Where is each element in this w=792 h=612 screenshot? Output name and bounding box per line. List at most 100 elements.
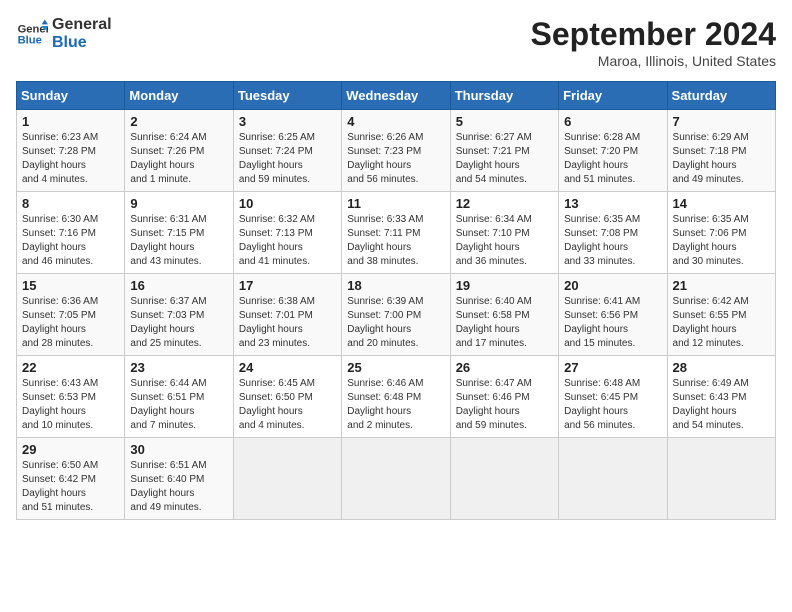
- calendar-day-cell: 25Sunrise: 6:46 AMSunset: 6:48 PMDayligh…: [342, 356, 450, 438]
- day-info: Sunrise: 6:39 AMSunset: 7:00 PMDaylight …: [347, 295, 444, 351]
- calendar-day-cell: 1 Sunrise: 6:23 AMSunset: 7:28 PMDaylight…: [17, 110, 125, 192]
- calendar-day-cell: 24Sunrise: 6:45 AMSunset: 6:50 PMDayligh…: [233, 356, 341, 438]
- calendar-header-row: Sunday Monday Tuesday Wednesday Thursday…: [17, 82, 776, 110]
- calendar-table: Sunday Monday Tuesday Wednesday Thursday…: [16, 81, 776, 520]
- calendar-day-cell: 2Sunrise: 6:24 AMSunset: 7:26 PMDaylight…: [125, 110, 233, 192]
- day-info: Sunrise: 6:33 AMSunset: 7:11 PMDaylight …: [347, 213, 444, 269]
- day-number: 27: [564, 360, 661, 375]
- day-info: Sunrise: 6:29 AMSunset: 7:18 PMDaylight …: [673, 131, 770, 187]
- calendar-day-cell: 9 Sunrise: 6:31 AMSunset: 7:15 PMDaylight…: [125, 192, 233, 274]
- calendar-day-cell: [559, 438, 667, 520]
- calendar-week-row: 29 Sunrise: 6:50 AMSunset: 6:42 PMDayligh…: [17, 438, 776, 520]
- day-number: 28: [673, 360, 770, 375]
- page-header: General Blue General Blue September 2024…: [16, 16, 776, 69]
- day-number: 29: [22, 442, 119, 457]
- calendar-day-cell: 13 Sunrise: 6:35 AMSunset: 7:08 PMDayligh…: [559, 192, 667, 274]
- calendar-day-cell: 7 Sunrise: 6:29 AMSunset: 7:18 PMDaylight…: [667, 110, 775, 192]
- day-number: 5: [456, 114, 553, 129]
- day-info: Sunrise: 6:34 AMSunset: 7:10 PMDaylight …: [456, 213, 553, 269]
- calendar-week-row: 15 Sunrise: 6:36 AMSunset: 7:05 PMDayligh…: [17, 274, 776, 356]
- calendar-day-cell: 11 Sunrise: 6:33 AMSunset: 7:11 PMDayligh…: [342, 192, 450, 274]
- calendar-day-cell: 26 Sunrise: 6:47 AMSunset: 6:46 PMDayligh…: [450, 356, 558, 438]
- calendar-day-cell: 16Sunrise: 6:37 AMSunset: 7:03 PMDayligh…: [125, 274, 233, 356]
- day-info: Sunrise: 6:49 AMSunset: 6:43 PMDaylight …: [673, 377, 770, 433]
- calendar-day-cell: [450, 438, 558, 520]
- day-info: Sunrise: 6:50 AMSunset: 6:42 PMDaylight …: [22, 459, 119, 515]
- calendar-day-cell: 18 Sunrise: 6:39 AMSunset: 7:00 PMDayligh…: [342, 274, 450, 356]
- calendar-week-row: 22 Sunrise: 6:43 AMSunset: 6:53 PMDayligh…: [17, 356, 776, 438]
- col-saturday: Saturday: [667, 82, 775, 110]
- day-number: 26: [456, 360, 553, 375]
- day-number: 10: [239, 196, 336, 211]
- calendar-day-cell: [342, 438, 450, 520]
- calendar-day-cell: 15 Sunrise: 6:36 AMSunset: 7:05 PMDayligh…: [17, 274, 125, 356]
- day-info: Sunrise: 6:38 AMSunset: 7:01 PMDaylight …: [239, 295, 336, 351]
- day-number: 7: [673, 114, 770, 129]
- calendar-day-cell: [233, 438, 341, 520]
- day-number: 8: [22, 196, 119, 211]
- day-info: Sunrise: 6:25 AMSunset: 7:24 PMDaylight …: [239, 131, 336, 187]
- col-thursday: Thursday: [450, 82, 558, 110]
- day-info: Sunrise: 6:43 AMSunset: 6:53 PMDaylight …: [22, 377, 119, 433]
- calendar-day-cell: 14Sunrise: 6:35 AMSunset: 7:06 PMDayligh…: [667, 192, 775, 274]
- col-monday: Monday: [125, 82, 233, 110]
- col-tuesday: Tuesday: [233, 82, 341, 110]
- calendar-day-cell: 6Sunrise: 6:28 AMSunset: 7:20 PMDaylight…: [559, 110, 667, 192]
- calendar-week-row: 1 Sunrise: 6:23 AMSunset: 7:28 PMDaylight…: [17, 110, 776, 192]
- day-info: Sunrise: 6:48 AMSunset: 6:45 PMDaylight …: [564, 377, 661, 433]
- day-number: 12: [456, 196, 553, 211]
- calendar-day-cell: 28 Sunrise: 6:49 AMSunset: 6:43 PMDayligh…: [667, 356, 775, 438]
- day-number: 6: [564, 114, 661, 129]
- calendar-day-cell: 19 Sunrise: 6:40 AMSunset: 6:58 PMDayligh…: [450, 274, 558, 356]
- day-info: Sunrise: 6:32 AMSunset: 7:13 PMDaylight …: [239, 213, 336, 269]
- col-friday: Friday: [559, 82, 667, 110]
- title-block: September 2024 Maroa, Illinois, United S…: [531, 16, 776, 69]
- day-number: 20: [564, 278, 661, 293]
- calendar-day-cell: 5Sunrise: 6:27 AMSunset: 7:21 PMDaylight…: [450, 110, 558, 192]
- day-info: Sunrise: 6:30 AMSunset: 7:16 PMDaylight …: [22, 213, 119, 269]
- day-number: 11: [347, 196, 444, 211]
- calendar-day-cell: 20 Sunrise: 6:41 AMSunset: 6:56 PMDayligh…: [559, 274, 667, 356]
- calendar-day-cell: 27 Sunrise: 6:48 AMSunset: 6:45 PMDayligh…: [559, 356, 667, 438]
- day-number: 3: [239, 114, 336, 129]
- day-info: Sunrise: 6:44 AMSunset: 6:51 PMDaylight …: [130, 377, 227, 433]
- day-number: 19: [456, 278, 553, 293]
- month-title: September 2024: [531, 16, 776, 53]
- calendar-day-cell: 30 Sunrise: 6:51 AMSunset: 6:40 PMDayligh…: [125, 438, 233, 520]
- day-info: Sunrise: 6:41 AMSunset: 6:56 PMDaylight …: [564, 295, 661, 351]
- day-info: Sunrise: 6:36 AMSunset: 7:05 PMDaylight …: [22, 295, 119, 351]
- calendar-day-cell: 8 Sunrise: 6:30 AMSunset: 7:16 PMDaylight…: [17, 192, 125, 274]
- day-number: 18: [347, 278, 444, 293]
- day-number: 13: [564, 196, 661, 211]
- day-number: 22: [22, 360, 119, 375]
- day-info: Sunrise: 6:42 AMSunset: 6:55 PMDaylight …: [673, 295, 770, 351]
- col-wednesday: Wednesday: [342, 82, 450, 110]
- svg-text:Blue: Blue: [18, 35, 42, 47]
- day-info: Sunrise: 6:51 AMSunset: 6:40 PMDaylight …: [130, 459, 227, 515]
- col-sunday: Sunday: [17, 82, 125, 110]
- calendar-day-cell: 23 Sunrise: 6:44 AMSunset: 6:51 PMDayligh…: [125, 356, 233, 438]
- logo-icon: General Blue: [16, 18, 48, 50]
- day-number: 17: [239, 278, 336, 293]
- day-number: 21: [673, 278, 770, 293]
- day-number: 9: [130, 196, 227, 211]
- day-number: 23: [130, 360, 227, 375]
- day-number: 16: [130, 278, 227, 293]
- calendar-day-cell: 10 Sunrise: 6:32 AMSunset: 7:13 PMDayligh…: [233, 192, 341, 274]
- day-info: Sunrise: 6:35 AMSunset: 7:08 PMDaylight …: [564, 213, 661, 269]
- day-info: Sunrise: 6:24 AMSunset: 7:26 PMDaylight …: [130, 131, 227, 187]
- day-number: 15: [22, 278, 119, 293]
- calendar-day-cell: [667, 438, 775, 520]
- day-number: 1: [22, 114, 119, 129]
- location: Maroa, Illinois, United States: [531, 53, 776, 69]
- day-info: Sunrise: 6:40 AMSunset: 6:58 PMDaylight …: [456, 295, 553, 351]
- day-info: Sunrise: 6:23 AMSunset: 7:28 PMDaylight …: [22, 131, 119, 187]
- day-info: Sunrise: 6:47 AMSunset: 6:46 PMDaylight …: [456, 377, 553, 433]
- day-info: Sunrise: 6:26 AMSunset: 7:23 PMDaylight …: [347, 131, 444, 187]
- calendar-day-cell: 21 Sunrise: 6:42 AMSunset: 6:55 PMDayligh…: [667, 274, 775, 356]
- day-number: 30: [130, 442, 227, 457]
- day-info: Sunrise: 6:31 AMSunset: 7:15 PMDaylight …: [130, 213, 227, 269]
- day-info: Sunrise: 6:45 AMSunset: 6:50 PMDaylight …: [239, 377, 336, 433]
- day-info: Sunrise: 6:35 AMSunset: 7:06 PMDaylight …: [673, 213, 770, 269]
- logo: General Blue General Blue: [16, 16, 112, 52]
